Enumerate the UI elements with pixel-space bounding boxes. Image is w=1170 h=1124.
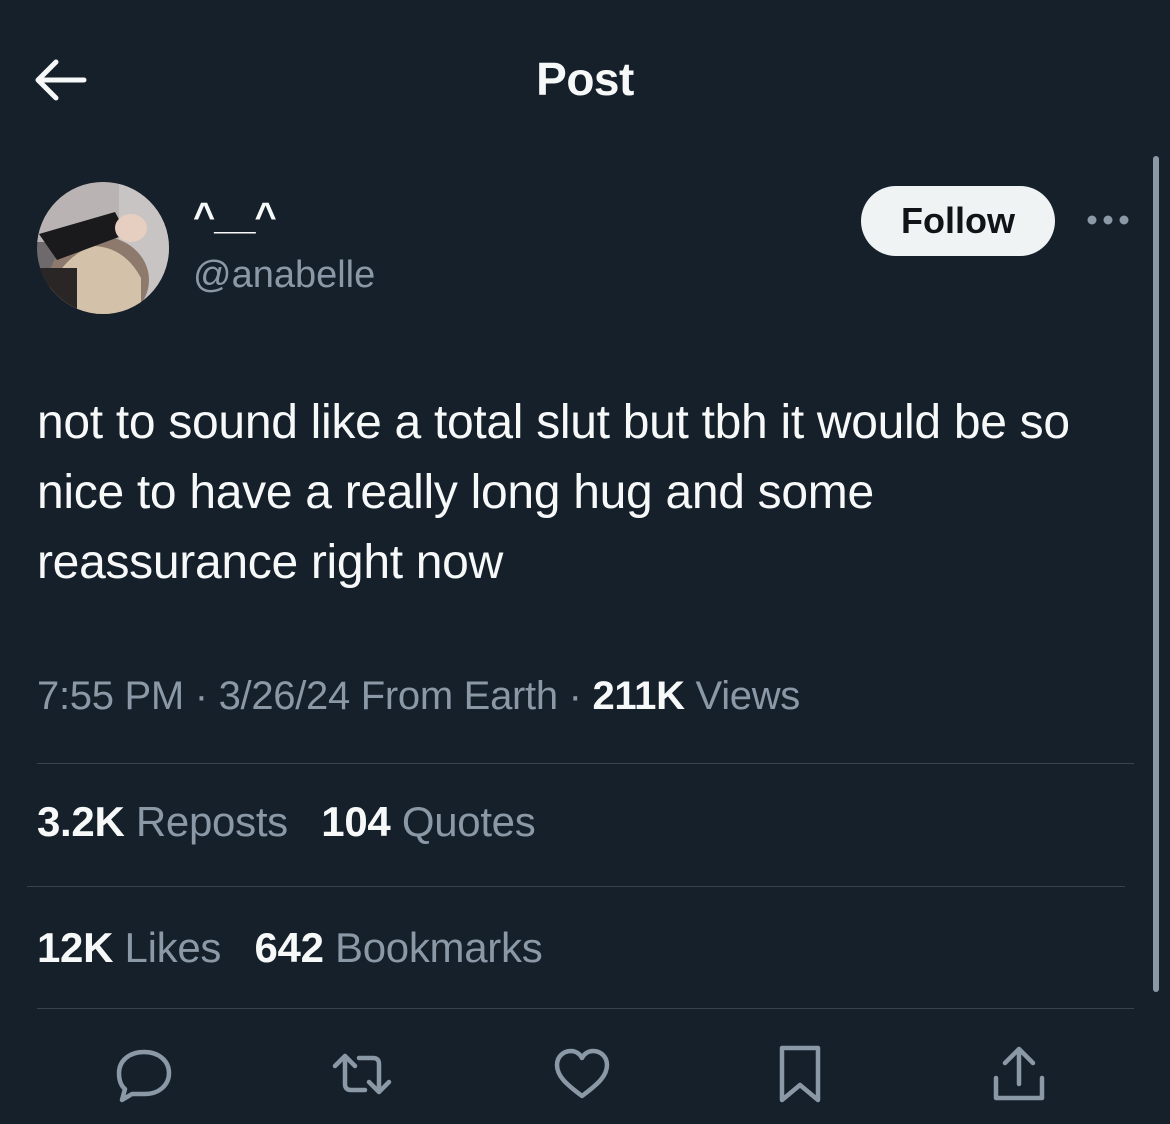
bookmarks-stat[interactable]: 642 Bookmarks — [254, 924, 542, 971]
like-button[interactable] — [550, 1042, 614, 1106]
reposts-label: Reposts — [135, 798, 288, 845]
bookmarks-label: Bookmarks — [335, 924, 543, 971]
meta-separator: · — [194, 674, 208, 718]
follow-button[interactable]: Follow — [861, 186, 1055, 256]
quotes-stat[interactable]: 104 Quotes — [321, 798, 535, 845]
post-meta: 7:55 PM · 3/26/24 From Earth · 211K View… — [37, 674, 800, 719]
reposts-count: 3.2K — [37, 798, 125, 845]
views-count: 211K — [592, 674, 685, 718]
more-horizontal-icon — [1086, 214, 1130, 226]
more-button[interactable] — [1084, 204, 1132, 236]
reposts-stat[interactable]: 3.2K Reposts — [37, 798, 288, 845]
repost-button[interactable] — [330, 1042, 394, 1106]
display-name[interactable]: ^__^ — [193, 196, 277, 239]
avatar[interactable] — [37, 182, 169, 314]
share-button[interactable] — [987, 1042, 1051, 1106]
quotes-count: 104 — [321, 798, 391, 845]
divider — [37, 763, 1134, 764]
share-icon — [990, 1044, 1048, 1104]
reply-icon — [114, 1044, 174, 1104]
meta-separator: · — [568, 674, 582, 718]
likes-count: 12K — [37, 924, 114, 971]
user-handle[interactable]: @anabelle — [193, 254, 375, 297]
post-time[interactable]: 7:55 PM — [37, 674, 184, 718]
divider — [37, 1008, 1134, 1009]
stats-row-reposts: 3.2K Reposts 104 Quotes — [37, 798, 557, 846]
post-source: From Earth — [360, 674, 558, 718]
bookmark-icon — [775, 1043, 825, 1105]
likes-label: Likes — [124, 924, 222, 971]
likes-stat[interactable]: 12K Likes — [37, 924, 221, 971]
top-bar: Post — [0, 0, 1170, 150]
scrollbar[interactable] — [1153, 156, 1159, 992]
reply-button[interactable] — [112, 1042, 176, 1106]
quotes-label: Quotes — [401, 798, 536, 845]
bookmarks-count: 642 — [254, 924, 324, 971]
repost-icon — [329, 1044, 395, 1104]
views-label: Views — [695, 674, 801, 718]
divider — [27, 886, 1125, 887]
post-date[interactable]: 3/26/24 — [219, 674, 351, 718]
post-text: not to sound like a total slut but tbh i… — [37, 396, 1070, 589]
like-icon — [552, 1046, 612, 1102]
page-title: Post — [536, 53, 634, 105]
bookmark-button[interactable] — [768, 1042, 832, 1106]
stats-row-likes: 12K Likes 642 Bookmarks — [37, 924, 564, 972]
